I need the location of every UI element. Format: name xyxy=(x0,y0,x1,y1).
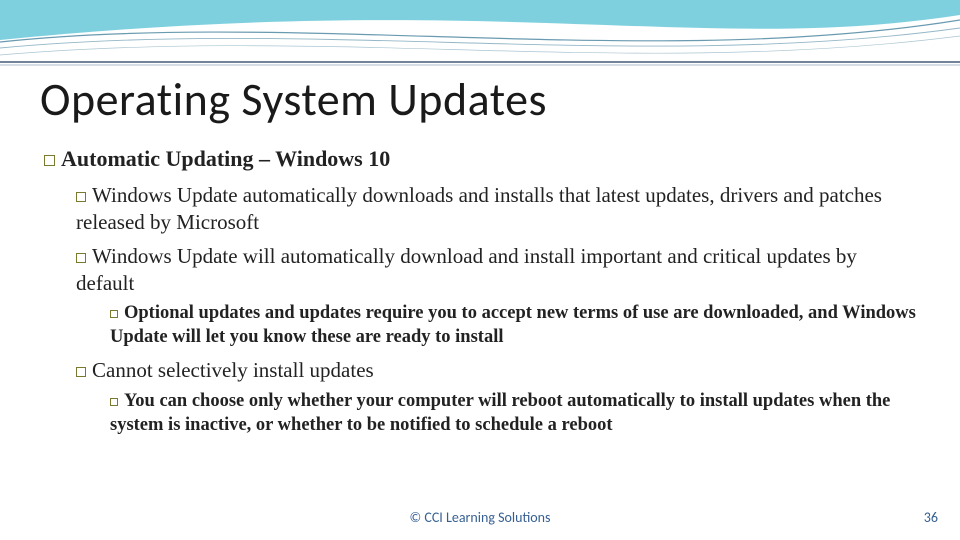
page-number: 36 xyxy=(924,509,938,526)
square-bullet-icon xyxy=(44,155,55,166)
bullet-level2: Cannot selectively install updates xyxy=(76,357,920,384)
bullet-text: Optional updates and updates require you… xyxy=(110,303,916,347)
bullet-text: Windows Update automatically downloads a… xyxy=(76,183,882,234)
bullet-level3: You can choose only whether your compute… xyxy=(110,389,920,437)
slide-content: Operating System Updates Automatic Updat… xyxy=(0,0,960,437)
square-bullet-icon xyxy=(76,367,86,377)
bullet-level1: Automatic Updating – Windows 10 xyxy=(44,146,920,172)
footer-copyright: © CCI Learning Solutions xyxy=(0,509,960,526)
slide-title: Operating System Updates xyxy=(40,72,920,128)
bullet-text: Cannot selectively install updates xyxy=(92,358,374,382)
bullet-text: Automatic Updating – Windows 10 xyxy=(61,146,390,171)
bullet-level2: Windows Update automatically downloads a… xyxy=(76,182,920,237)
bullet-text: Windows Update will automatically downlo… xyxy=(76,244,857,295)
square-bullet-icon xyxy=(76,192,86,202)
square-bullet-icon xyxy=(110,398,118,406)
square-bullet-icon xyxy=(110,310,118,318)
bullet-text: You can choose only whether your compute… xyxy=(110,391,890,435)
bullet-level3: Optional updates and updates require you… xyxy=(110,301,920,349)
bullet-level2: Windows Update will automatically downlo… xyxy=(76,243,920,298)
square-bullet-icon xyxy=(76,253,86,263)
